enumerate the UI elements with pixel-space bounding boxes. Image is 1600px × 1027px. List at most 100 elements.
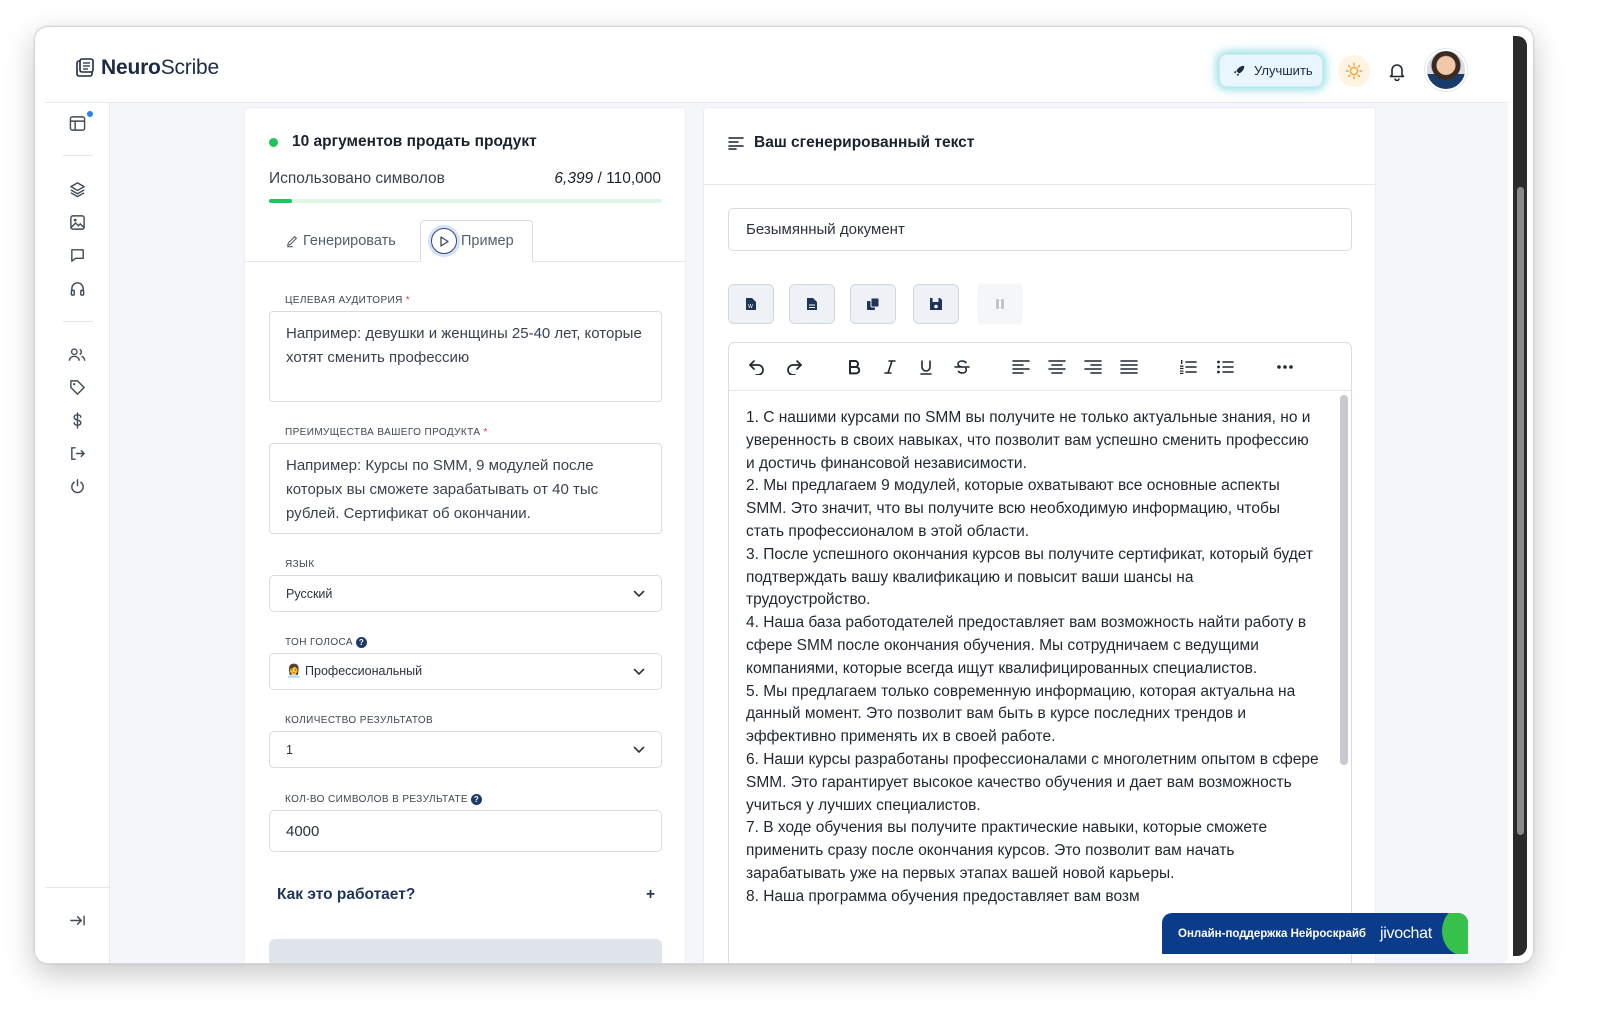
bullet-list-icon bbox=[1217, 360, 1234, 374]
chars-input[interactable]: 4000 bbox=[269, 810, 662, 852]
undo-button[interactable] bbox=[745, 355, 769, 379]
theme-toggle[interactable] bbox=[1338, 55, 1370, 87]
audience-textarea[interactable]: Например: девушки и женщины 25-40 лет, к… bbox=[269, 311, 662, 402]
notification-dot bbox=[87, 111, 93, 117]
underline-icon bbox=[920, 360, 932, 375]
ordered-list-icon bbox=[1180, 360, 1197, 374]
top-header: NeuroScribe Улучшить bbox=[45, 36, 1508, 103]
word-file-icon: W bbox=[746, 298, 756, 310]
logout-icon bbox=[70, 446, 85, 460]
strikethrough-icon bbox=[954, 360, 970, 374]
how-it-works-toggle[interactable]: Как это работает? + bbox=[277, 886, 655, 904]
tone-select[interactable]: 👩‍💼 Профессиональный bbox=[269, 653, 662, 690]
generate-button[interactable] bbox=[269, 939, 662, 963]
tab-generate-label: Генерировать bbox=[303, 233, 396, 249]
sidebar-item-tags[interactable] bbox=[67, 377, 87, 397]
pencil-icon bbox=[287, 236, 297, 248]
jivochat-widget[interactable]: Онлайн-поддержка Нейроскрайб jivochat bbox=[1162, 913, 1468, 954]
editor-paragraph: 8. Наша программа обучения предоставляет… bbox=[746, 887, 1140, 905]
align-left-icon bbox=[1012, 360, 1030, 374]
form-tabs: Генерировать Пример bbox=[245, 220, 685, 262]
template-title: 10 аргументов продать продукт bbox=[269, 133, 537, 151]
users-icon bbox=[68, 347, 86, 361]
required-mark: * bbox=[483, 427, 488, 438]
help-icon[interactable]: ? bbox=[355, 637, 367, 648]
italic-button[interactable] bbox=[878, 355, 902, 379]
export-word-button[interactable]: W bbox=[728, 284, 774, 324]
advantages-label: ПРЕИМУЩЕСТВА ВАШЕГО ПРОДУКТА * bbox=[285, 427, 488, 438]
chevron-down-icon bbox=[633, 590, 645, 597]
file-icon bbox=[807, 298, 817, 310]
editor-paragraph: 2. Мы предлагаем 9 модулей, которые охва… bbox=[746, 477, 1280, 540]
advantages-textarea[interactable]: Например: Курсы по SMM, 9 модулей после … bbox=[269, 443, 662, 534]
sidebar-item-audio[interactable] bbox=[67, 278, 87, 298]
editor-paragraph: 6. Наши курсы разработаны профессионалам… bbox=[746, 750, 1319, 814]
align-center-button[interactable] bbox=[1045, 355, 1069, 379]
italic-icon bbox=[884, 360, 896, 374]
how-it-works-label: Как это работает? bbox=[277, 886, 416, 903]
sidebar-item-dashboard[interactable] bbox=[67, 111, 93, 133]
sidebar-item-templates[interactable] bbox=[67, 179, 87, 199]
sidebar-divider bbox=[63, 321, 93, 322]
save-icon bbox=[930, 298, 942, 310]
editor-paragraph: 5. Мы предлагаем только современную инфо… bbox=[746, 682, 1296, 746]
save-button[interactable] bbox=[913, 284, 959, 324]
document-name-input[interactable]: Безымянный документ bbox=[728, 208, 1352, 251]
help-icon[interactable]: ? bbox=[470, 794, 482, 805]
svg-text:W: W bbox=[748, 304, 753, 310]
notifications-button[interactable] bbox=[1384, 58, 1410, 84]
editor-scrollbar[interactable] bbox=[1340, 395, 1348, 765]
editor-toolbar bbox=[729, 343, 1351, 391]
expand-sidebar-button[interactable] bbox=[67, 910, 87, 930]
sidebar-item-power[interactable] bbox=[67, 476, 87, 496]
audience-label-text: ЦЕЛЕВАЯ АУДИТОРИЯ bbox=[285, 295, 403, 306]
more-options-button[interactable] bbox=[1273, 355, 1297, 379]
upgrade-label: Улучшить bbox=[1254, 63, 1313, 78]
align-justify-button[interactable] bbox=[1117, 355, 1141, 379]
sidebar-item-logout[interactable] bbox=[67, 443, 87, 463]
dollar-icon bbox=[72, 411, 82, 429]
tab-example[interactable]: Пример bbox=[420, 220, 533, 262]
sidebar bbox=[45, 103, 110, 963]
sidebar-item-images[interactable] bbox=[67, 212, 87, 232]
copy-button[interactable] bbox=[850, 284, 896, 324]
sidebar-item-chat[interactable] bbox=[67, 245, 87, 265]
usage-used: 6,399 bbox=[554, 170, 594, 187]
redo-button[interactable] bbox=[782, 355, 806, 379]
status-dot bbox=[269, 137, 278, 147]
logo-icon bbox=[76, 58, 94, 77]
user-avatar[interactable] bbox=[1425, 49, 1467, 91]
align-right-button[interactable] bbox=[1081, 355, 1105, 379]
language-label: ЯЗЫК bbox=[285, 559, 315, 570]
editor-paragraph: 1. С нашими курсами по SMM вы получите н… bbox=[746, 409, 1311, 472]
tone-label: ТОН ГОЛОСА? bbox=[285, 637, 367, 648]
sidebar-divider bbox=[63, 155, 93, 156]
underline-button[interactable] bbox=[914, 355, 938, 379]
pause-button[interactable] bbox=[977, 284, 1023, 324]
sidebar-item-users[interactable] bbox=[67, 344, 87, 364]
output-header: Ваш сгенерированный текст bbox=[704, 108, 1375, 185]
align-left-button[interactable] bbox=[1009, 355, 1033, 379]
chevron-down-icon bbox=[633, 746, 645, 753]
brand-logo[interactable]: NeuroScribe bbox=[75, 56, 219, 80]
tab-generate[interactable]: Генерировать bbox=[285, 220, 396, 262]
language-select[interactable]: Русский bbox=[269, 575, 662, 612]
results-count-select[interactable]: 1 bbox=[269, 731, 662, 768]
page-scrollbar-thumb[interactable] bbox=[1517, 187, 1524, 835]
chat-icon bbox=[70, 248, 84, 262]
bullet-list-button[interactable] bbox=[1213, 355, 1237, 379]
export-txt-button[interactable] bbox=[789, 284, 835, 324]
strikethrough-button[interactable] bbox=[950, 355, 974, 379]
upgrade-button[interactable]: Улучшить bbox=[1219, 54, 1323, 87]
jivochat-logo: jivochat bbox=[1380, 924, 1432, 942]
editor-content[interactable]: 1. С нашими курсами по SMM вы получите н… bbox=[746, 407, 1321, 909]
headphones-icon bbox=[70, 281, 84, 296]
bell-icon bbox=[1389, 64, 1405, 81]
jivochat-text: Онлайн-поддержка Нейроскрайб bbox=[1178, 927, 1367, 940]
usage-total: / 110,000 bbox=[597, 170, 662, 187]
sidebar-item-pricing[interactable] bbox=[67, 410, 87, 430]
tab-example-label: Пример bbox=[461, 233, 514, 249]
ordered-list-button[interactable] bbox=[1176, 355, 1200, 379]
template-title-text: 10 аргументов продать продукт bbox=[292, 133, 537, 150]
bold-button[interactable] bbox=[842, 355, 866, 379]
